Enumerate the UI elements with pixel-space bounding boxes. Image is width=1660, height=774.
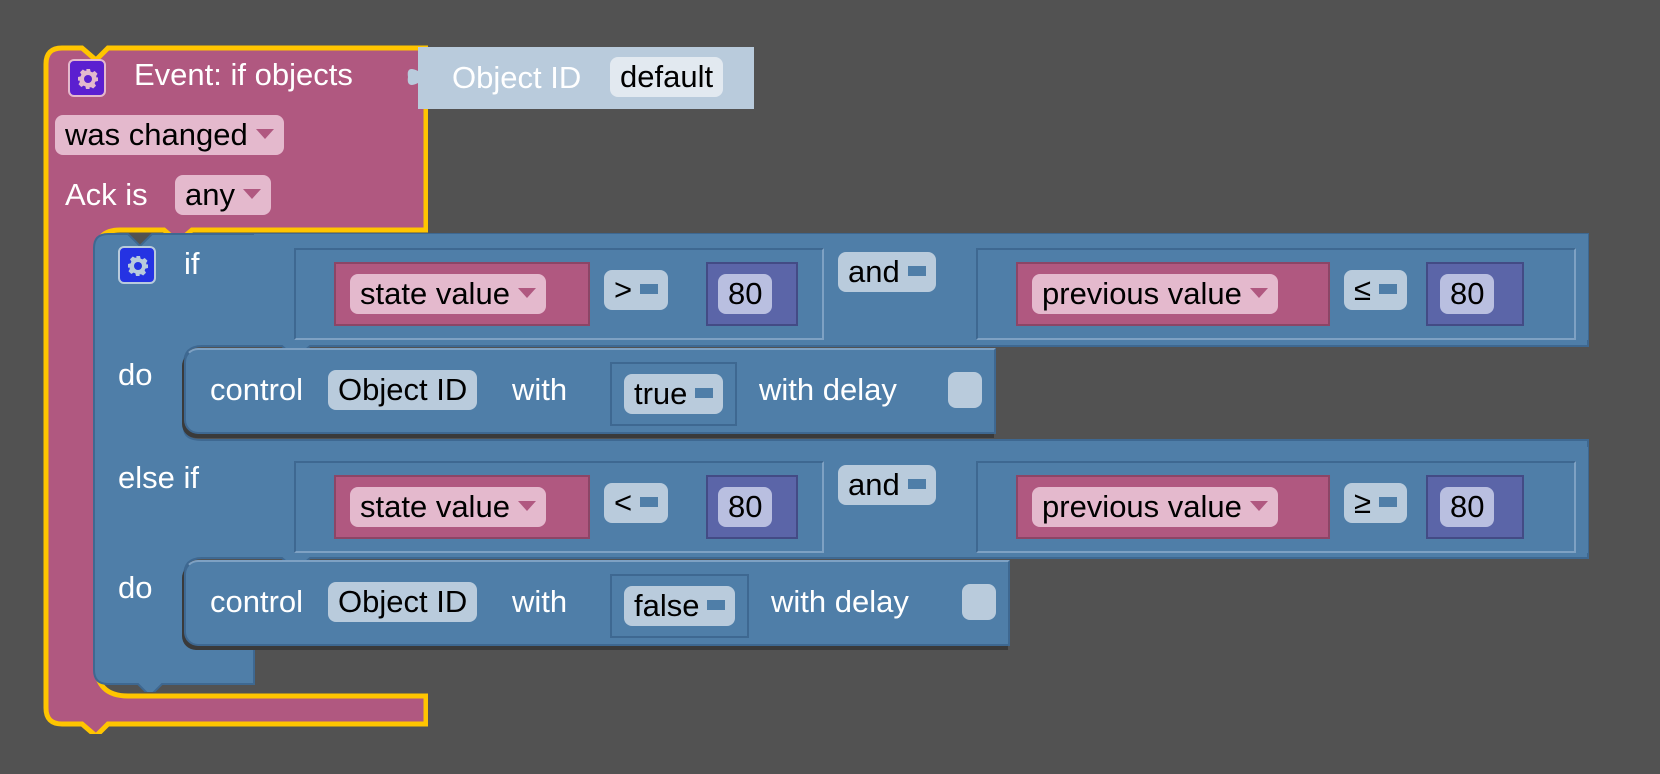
logic-operator-dropdown[interactable]: and bbox=[838, 465, 936, 505]
event-gear-icon[interactable] bbox=[68, 59, 106, 97]
control-block-true[interactable]: control Object ID with true with delay bbox=[184, 348, 996, 440]
chevron-down-icon bbox=[640, 496, 659, 507]
chevron-down-icon bbox=[1379, 283, 1398, 294]
ack-dropdown[interactable]: any bbox=[175, 175, 271, 215]
left-state-block[interactable]: state value bbox=[334, 262, 590, 326]
control-label: control bbox=[210, 372, 304, 407]
left-operator-dropdown[interactable]: < bbox=[604, 483, 669, 523]
control-block-false[interactable]: control Object ID with false with delay bbox=[184, 560, 1010, 652]
logic-operator-dropdown[interactable]: and bbox=[838, 252, 936, 292]
left-state-block[interactable]: state value bbox=[334, 475, 590, 539]
chevron-down-icon bbox=[907, 478, 926, 489]
value-block[interactable]: true bbox=[610, 362, 738, 426]
trigger-dropdown[interactable]: was changed bbox=[55, 115, 284, 155]
value-text: false bbox=[634, 588, 700, 623]
right-number-block[interactable]: 80 bbox=[1426, 475, 1524, 539]
with-delay-checkbox[interactable] bbox=[962, 584, 996, 620]
right-field-value: previous value bbox=[1042, 276, 1242, 311]
chevron-down-icon bbox=[640, 283, 659, 294]
trigger-value: was changed bbox=[65, 117, 248, 152]
left-number-block[interactable]: 80 bbox=[706, 262, 798, 326]
value-block[interactable]: false bbox=[610, 574, 750, 638]
left-number-field[interactable]: 80 bbox=[718, 487, 773, 527]
right-field-dropdown[interactable]: previous value bbox=[1032, 487, 1278, 527]
control-block-body[interactable]: control Object ID with false with delay bbox=[184, 560, 1010, 646]
condition-block-else-if[interactable]: state value < 80 and previous value ≥ 80 bbox=[254, 447, 1588, 553]
chevron-down-icon bbox=[1249, 500, 1268, 511]
object-id-field[interactable]: default bbox=[610, 57, 724, 97]
left-field-dropdown[interactable]: state value bbox=[350, 274, 546, 314]
ack-value: any bbox=[185, 177, 235, 212]
control-label: control bbox=[210, 584, 304, 619]
logic-operator-value: and bbox=[848, 254, 900, 289]
if-gear-icon[interactable] bbox=[118, 246, 156, 284]
chevron-down-icon bbox=[255, 128, 274, 139]
left-field-dropdown[interactable]: state value bbox=[350, 487, 546, 527]
else-if-label: else if bbox=[118, 460, 199, 495]
left-field-value: state value bbox=[360, 276, 510, 311]
object-id-block[interactable]: Object ID default bbox=[404, 47, 754, 109]
with-delay-label: with delay bbox=[771, 584, 909, 619]
chevron-down-icon bbox=[695, 387, 714, 398]
left-number-block[interactable]: 80 bbox=[706, 475, 798, 539]
value-dropdown[interactable]: false bbox=[624, 586, 736, 626]
left-operator-dropdown[interactable]: > bbox=[604, 270, 669, 310]
with-delay-label: with delay bbox=[759, 372, 897, 407]
with-label: with bbox=[512, 584, 568, 619]
right-field-dropdown[interactable]: previous value bbox=[1032, 274, 1278, 314]
chevron-down-icon bbox=[1249, 287, 1268, 298]
do-label-2: do bbox=[118, 570, 153, 605]
and-block[interactable]: state value < 80 and previous value ≥ 80 bbox=[254, 447, 1588, 553]
logic-operator-value: and bbox=[848, 467, 900, 502]
right-operator-dropdown[interactable]: ≥ bbox=[1344, 483, 1408, 523]
control-block-body[interactable]: control Object ID with true with delay bbox=[184, 348, 996, 434]
value-dropdown[interactable]: true bbox=[624, 374, 724, 414]
left-field-value: state value bbox=[360, 489, 510, 524]
chevron-down-icon bbox=[907, 265, 926, 276]
chevron-down-icon bbox=[242, 188, 261, 199]
right-number-block[interactable]: 80 bbox=[1426, 262, 1524, 326]
do-label-1: do bbox=[118, 357, 153, 392]
value-text: true bbox=[634, 376, 688, 411]
right-number-field[interactable]: 80 bbox=[1440, 487, 1495, 527]
chevron-down-icon bbox=[517, 500, 536, 511]
right-field-value: previous value bbox=[1042, 489, 1242, 524]
right-state-block[interactable]: previous value bbox=[1016, 262, 1330, 326]
chevron-down-icon bbox=[517, 287, 536, 298]
object-id-label: Object ID bbox=[452, 60, 582, 95]
left-operator-value: < bbox=[614, 485, 633, 520]
left-operator-value: > bbox=[614, 272, 633, 307]
left-number-field[interactable]: 80 bbox=[718, 274, 773, 314]
condition-block-if[interactable]: state value > 80 and previous value ≤ 80 bbox=[254, 234, 1588, 340]
chevron-down-icon bbox=[1379, 496, 1398, 507]
right-state-block[interactable]: previous value bbox=[1016, 475, 1330, 539]
right-number-field[interactable]: 80 bbox=[1440, 274, 1495, 314]
with-label: with bbox=[512, 372, 568, 407]
right-operator-dropdown[interactable]: ≤ bbox=[1344, 270, 1408, 310]
with-delay-checkbox[interactable] bbox=[948, 372, 982, 408]
event-title: Event: if objects bbox=[134, 57, 353, 92]
ack-label: Ack is bbox=[65, 177, 148, 212]
if-label: if bbox=[184, 246, 200, 281]
object-id-field[interactable]: Object ID bbox=[328, 370, 478, 410]
chevron-down-icon bbox=[707, 599, 726, 610]
object-id-field[interactable]: Object ID bbox=[328, 582, 478, 622]
and-block[interactable]: state value > 80 and previous value ≤ 80 bbox=[254, 234, 1588, 340]
right-operator-value: ≥ bbox=[1354, 485, 1372, 520]
right-operator-value: ≤ bbox=[1354, 272, 1372, 307]
